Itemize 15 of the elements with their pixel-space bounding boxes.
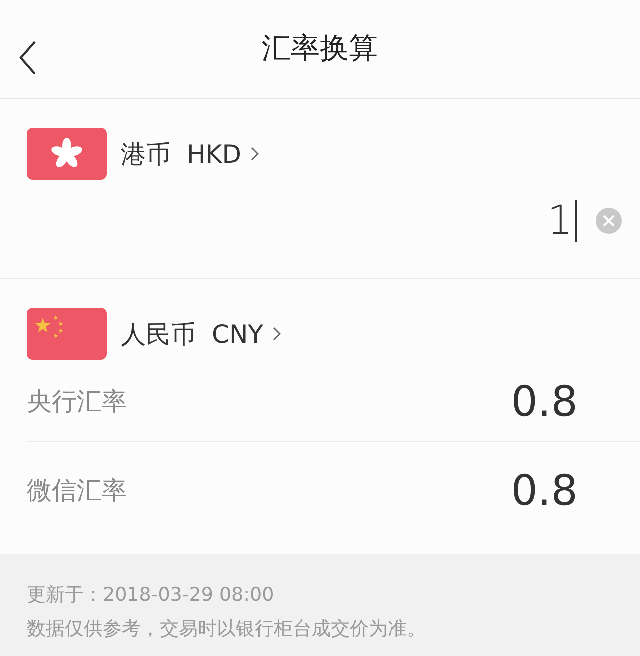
amount-input[interactable]: 1 bbox=[548, 198, 577, 244]
disclaimer-text: 数据仅供参考，交易时以银行柜台成交价为准。 bbox=[27, 617, 427, 642]
back-icon[interactable] bbox=[18, 40, 38, 76]
chevron-icon bbox=[251, 147, 260, 161]
update-time: 更新于：2018-03-29 08:00 bbox=[27, 583, 276, 608]
page-title: 汇率换算 bbox=[262, 30, 378, 67]
rate-value: 0.8 bbox=[511, 466, 578, 515]
chevron-icon bbox=[273, 327, 282, 341]
currency-selector[interactable]: 港币 HKD bbox=[121, 138, 260, 170]
rate-value: 0.8 bbox=[511, 376, 578, 426]
rate-label: 央行汇率 bbox=[27, 386, 127, 418]
rate-label: 微信汇率 bbox=[27, 475, 127, 507]
currency-selector[interactable]: 人民币 CNY bbox=[121, 318, 282, 350]
flower-flag-icon bbox=[27, 128, 107, 180]
star-flag-icon bbox=[27, 308, 107, 360]
